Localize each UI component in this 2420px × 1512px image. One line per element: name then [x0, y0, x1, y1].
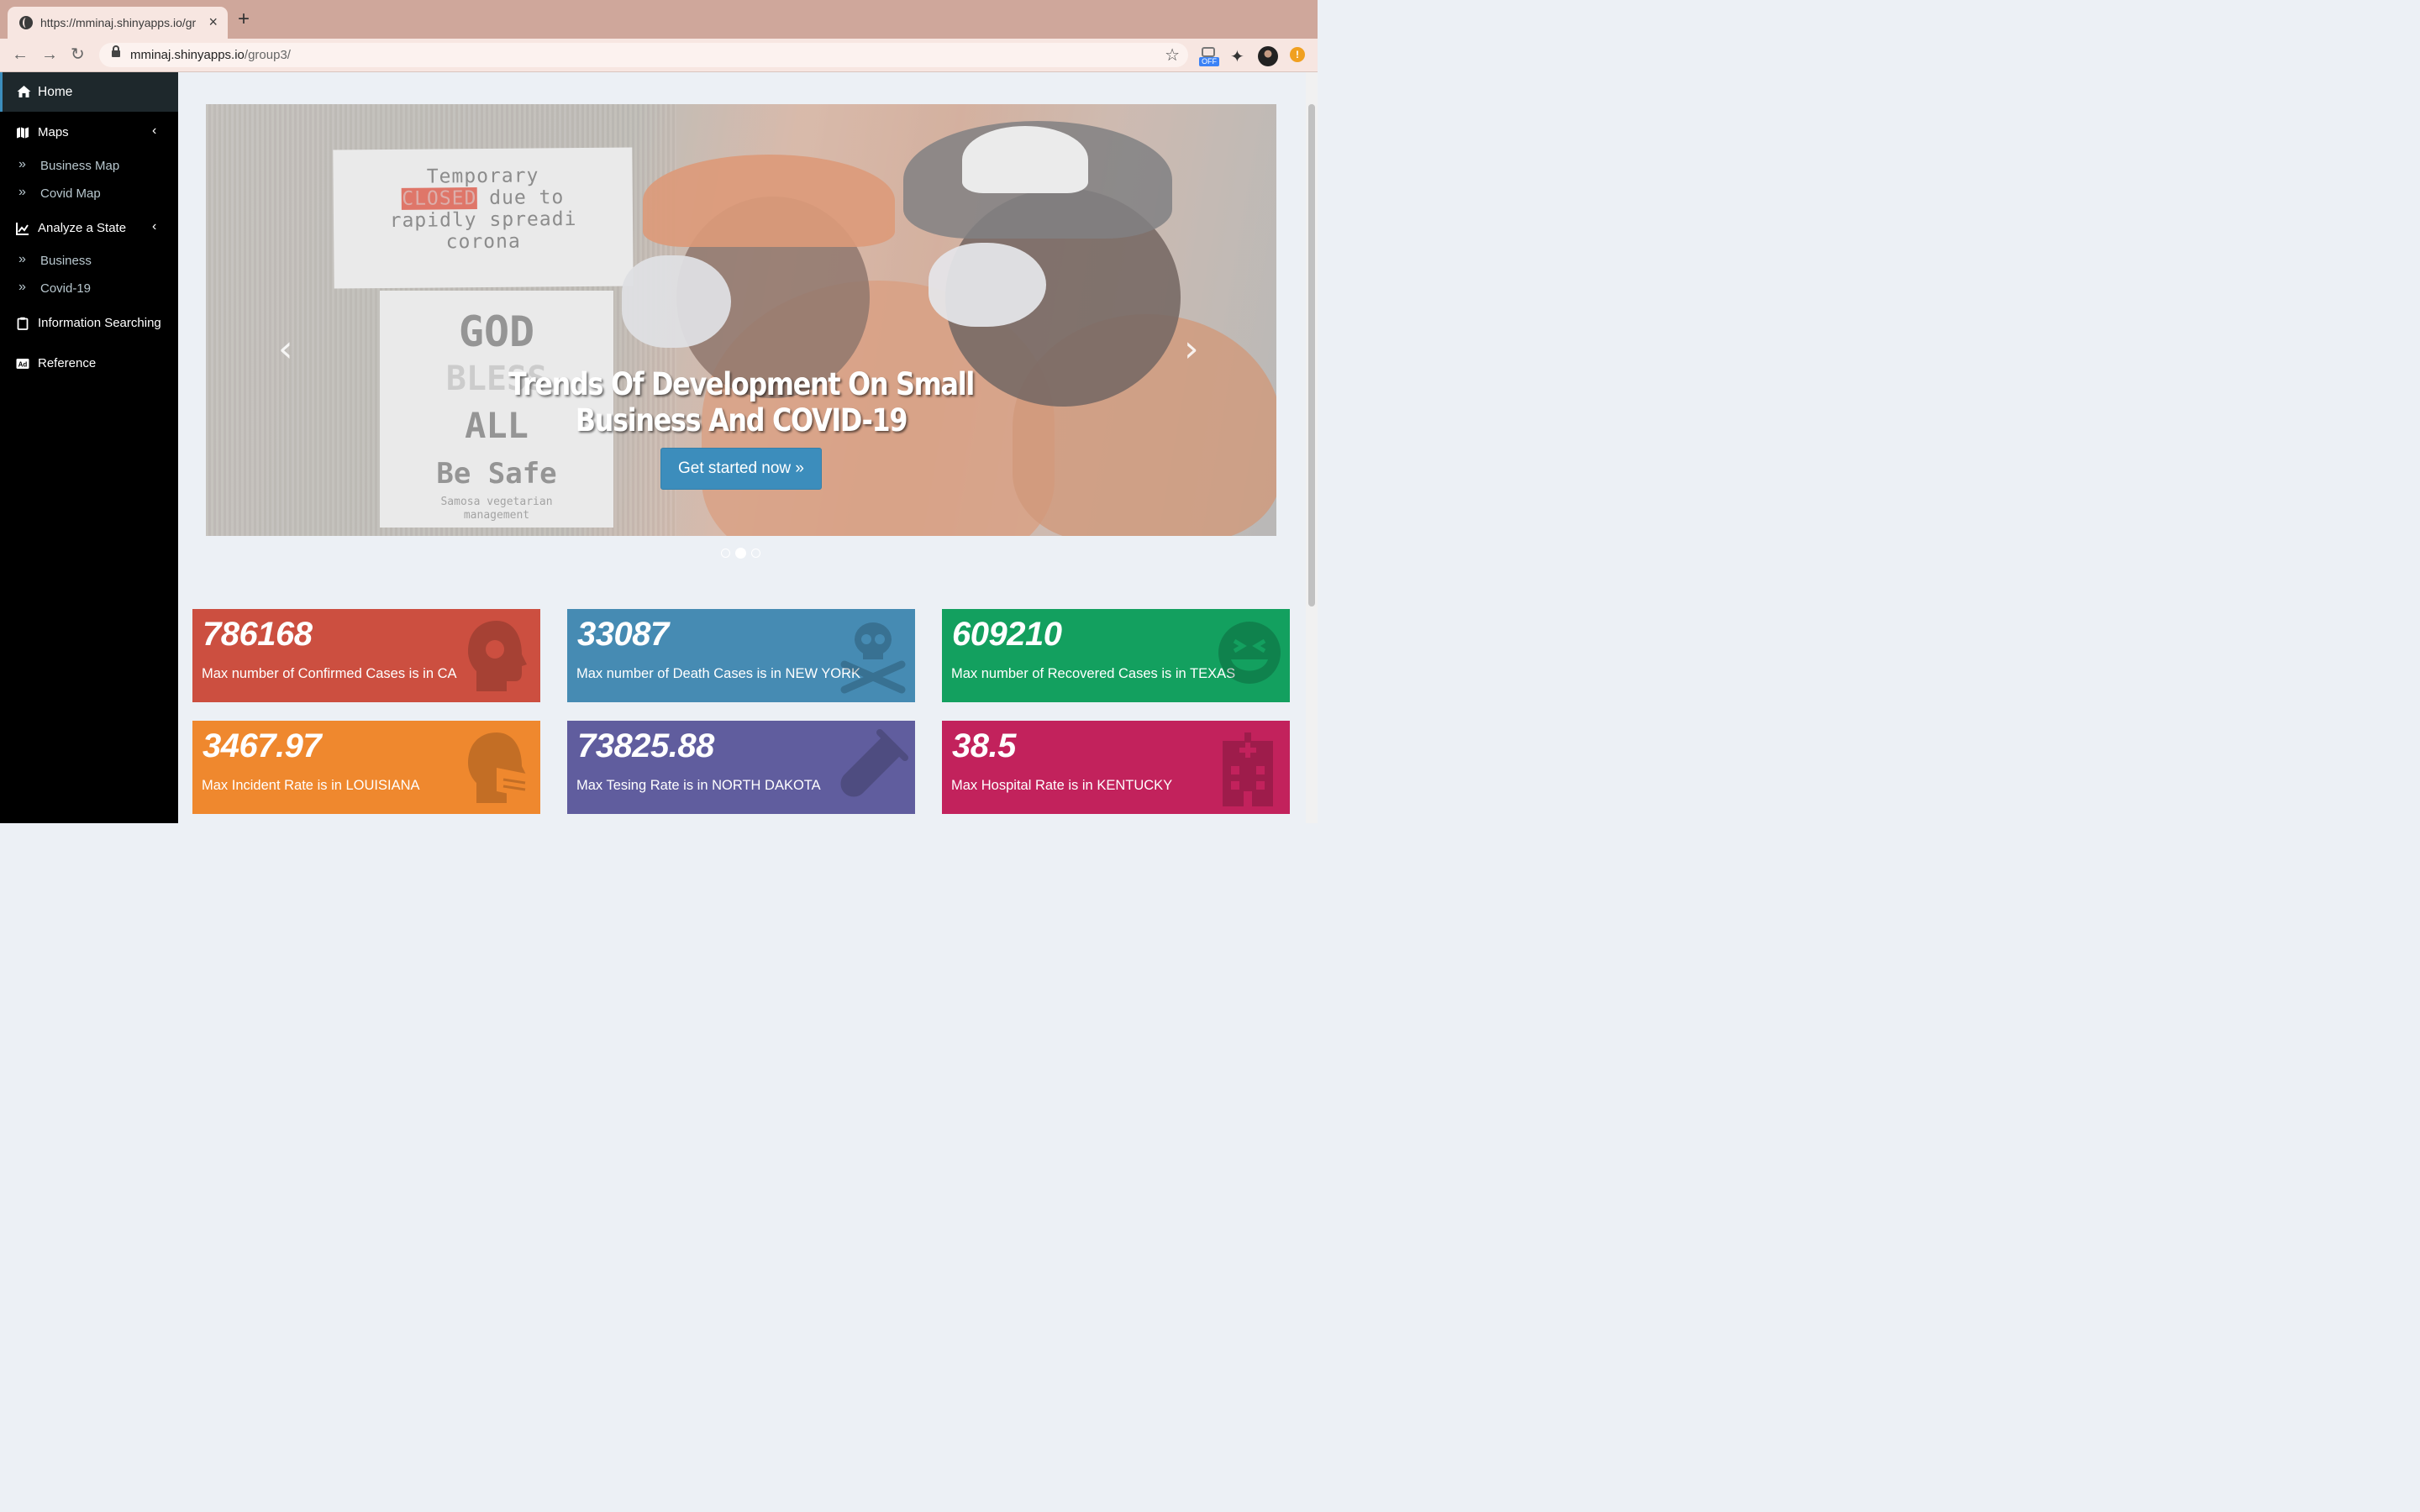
carousel-dot-active[interactable]: [735, 548, 746, 559]
carousel-dot[interactable]: [721, 549, 730, 558]
value-box-number: 73825.88: [577, 727, 714, 764]
url-text: mminaj.shinyapps.io/group3/: [130, 48, 291, 62]
browser-toolbar: ← → ↻ mminaj.shinyapps.io/group3/ ☆ OFF …: [0, 39, 1318, 72]
screen: https://mminaj.shinyapps.io/gr × + ← → ↻…: [0, 0, 1318, 823]
line-chart-icon: [16, 223, 29, 235]
browser-tabstrip: https://mminaj.shinyapps.io/gr × +: [0, 0, 1318, 39]
double-chevron-right-icon: »: [18, 157, 26, 171]
sidebar: Home Maps ‹ » Business Map » Covid Map A…: [0, 72, 178, 823]
sidebar-item-label: Home: [38, 85, 73, 99]
extension-box-icon: [1202, 47, 1215, 57]
double-chevron-right-icon: »: [18, 280, 26, 294]
sidebar-item-label: Business Map: [40, 159, 120, 173]
sidebar-subitem-covid19[interactable]: » Covid-19: [0, 278, 178, 300]
sidebar-item-maps[interactable]: Maps ‹: [0, 121, 178, 146]
sidebar-item-reference[interactable]: Ad Reference: [0, 352, 178, 377]
value-box-caption: Max number of Recovered Cases is in TEXA…: [951, 666, 1236, 681]
grin-squint-icon: [1218, 622, 1281, 684]
profile-avatar[interactable]: [1258, 46, 1278, 66]
sidebar-item-home[interactable]: Home: [0, 72, 178, 112]
carousel-next-icon[interactable]: ›: [1184, 331, 1199, 368]
value-box-hospital-rate: 38.5 Max Hospital Rate is in KENTUCKY: [942, 721, 1290, 814]
extension-off-label: OFF: [1199, 57, 1219, 66]
virus-head-icon: [468, 621, 527, 691]
sidebar-item-label: Maps: [38, 125, 69, 139]
value-box-caption: Max number of Death Cases is in NEW YORK: [576, 666, 861, 681]
test-tube-icon: [840, 729, 908, 797]
get-started-button[interactable]: Get started now »: [660, 448, 822, 490]
update-alert-icon[interactable]: !: [1290, 47, 1305, 62]
tab-title: https://mminaj.shinyapps.io/gr: [40, 16, 196, 29]
url-path: /group3/: [244, 48, 291, 62]
extensions-puzzle-icon[interactable]: ✦: [1230, 46, 1244, 67]
value-box-recovered: 609210 Max number of Recovered Cases is …: [942, 609, 1290, 702]
value-box-caption: Max Incident Rate is in LOUISIANA: [202, 778, 420, 793]
home-icon: [17, 86, 31, 97]
chevron-left-icon: ‹: [152, 123, 157, 138]
scrollbar-thumb[interactable]: [1308, 104, 1315, 606]
value-box-number: 3467.97: [203, 727, 322, 764]
address-bar[interactable]: mminaj.shinyapps.io/group3/ ☆: [99, 43, 1188, 67]
value-box-number: 33087: [577, 616, 669, 653]
value-box-confirmed: 786168 Max number of Confirmed Cases is …: [192, 609, 540, 702]
new-tab-button[interactable]: +: [238, 9, 250, 29]
sidebar-item-information-searching[interactable]: Information Searching: [0, 312, 178, 337]
value-box-caption: Max number of Confirmed Cases is in CA: [202, 666, 457, 681]
sidebar-subitem-business[interactable]: » Business: [0, 250, 178, 272]
sidebar-item-label: Covid-19: [40, 281, 92, 296]
hero-title: Trends Of Development On Small Business …: [508, 366, 975, 438]
hospital-icon: [1223, 732, 1273, 806]
globe-icon: [19, 16, 33, 29]
chevron-left-icon: ‹: [152, 219, 157, 234]
value-box-testing-rate: 73825.88 Max Tesing Rate is in NORTH DAK…: [567, 721, 915, 814]
forward-arrow-icon[interactable]: →: [41, 45, 58, 64]
browser-tab[interactable]: https://mminaj.shinyapps.io/gr ×: [8, 7, 228, 39]
extension-off-icon[interactable]: OFF: [1199, 46, 1219, 66]
sidebar-item-label: Business: [40, 254, 92, 268]
value-box-incident-rate: 3467.97 Max Incident Rate is in LOUISIAN…: [192, 721, 540, 814]
carousel-indicators: [721, 548, 771, 559]
head-mask-icon: [468, 732, 530, 803]
value-box-caption: Max Hospital Rate is in KENTUCKY: [951, 778, 1173, 793]
value-box-number: 609210: [952, 616, 1062, 653]
main-content: Temporary CLOSED due to rapidly spreadi …: [178, 72, 1318, 823]
double-chevron-right-icon: »: [18, 185, 26, 199]
sidebar-subitem-business-map[interactable]: » Business Map: [0, 155, 178, 177]
value-box-number: 786168: [203, 616, 313, 653]
skull-crossbones-icon: [840, 622, 906, 694]
sidebar-subitem-covid-map[interactable]: » Covid Map: [0, 183, 178, 205]
sidebar-item-label: Covid Map: [40, 186, 101, 201]
sidebar-item-analyze-state[interactable]: Analyze a State ‹: [0, 217, 178, 242]
carousel-dot[interactable]: [751, 549, 760, 558]
sidebar-item-label: Reference: [38, 356, 97, 370]
value-box-number: 38.5: [952, 727, 1016, 764]
ad-icon: Ad: [16, 359, 29, 369]
tab-close-icon[interactable]: ×: [208, 13, 218, 30]
map-icon: [17, 127, 29, 139]
sidebar-item-label: Analyze a State: [38, 221, 127, 235]
reload-icon[interactable]: ↻: [71, 45, 85, 64]
value-box-caption: Max Tesing Rate is in NORTH DAKOTA: [576, 778, 821, 793]
url-host: mminaj.shinyapps.io: [130, 48, 245, 62]
back-arrow-icon[interactable]: ←: [12, 45, 29, 64]
lock-icon: [112, 45, 120, 57]
carousel-prev-icon[interactable]: ‹: [278, 331, 293, 368]
svg-text:Ad: Ad: [18, 361, 28, 369]
sidebar-item-label: Information Searching: [38, 316, 161, 330]
double-chevron-right-icon: »: [18, 252, 26, 266]
value-box-deaths: 33087 Max number of Death Cases is in NE…: [567, 609, 915, 702]
bookmark-star-icon[interactable]: ☆: [1165, 45, 1180, 66]
clipboard-icon: [17, 317, 29, 330]
hero-carousel: Temporary CLOSED due to rapidly spreadi …: [206, 104, 1276, 536]
